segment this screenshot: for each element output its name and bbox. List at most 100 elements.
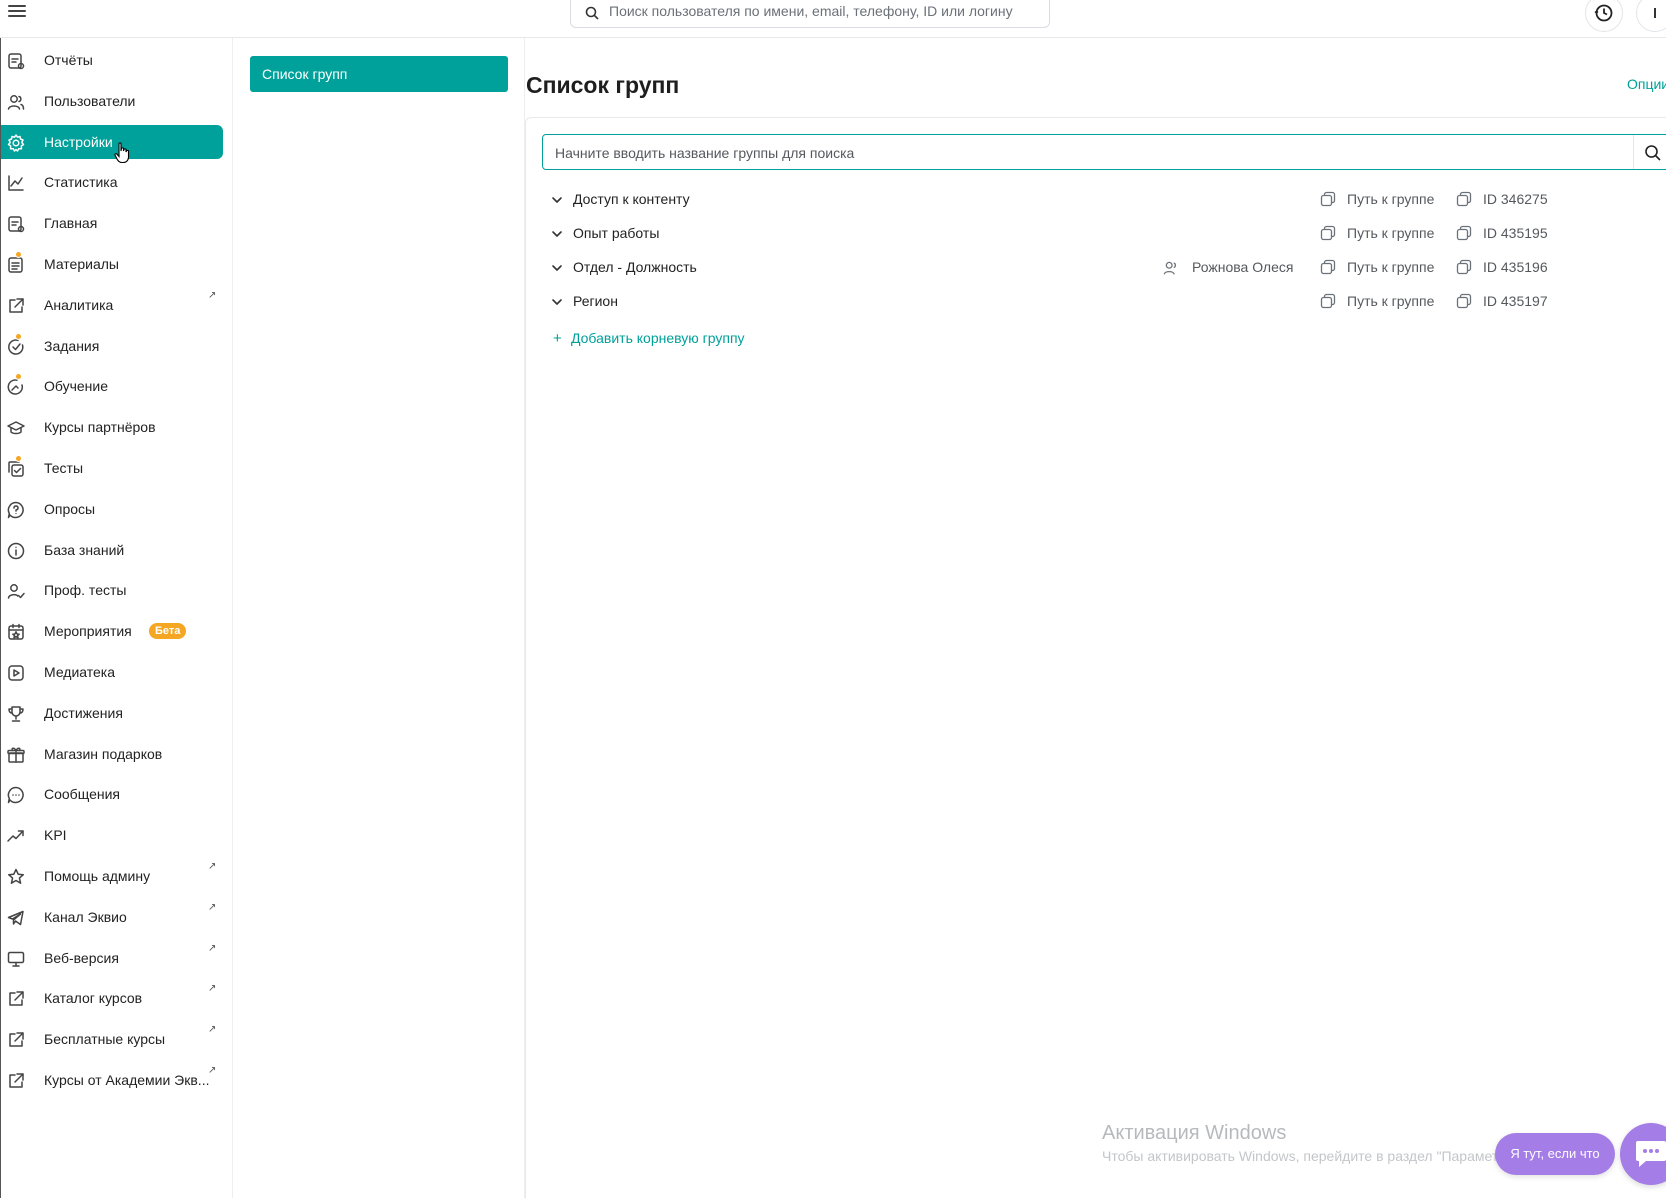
- sidebar-item-label: Тесты: [44, 460, 84, 476]
- copy-path-button[interactable]: Путь к группе: [1320, 259, 1434, 275]
- sidebar-item-16[interactable]: Медиатека: [1, 655, 223, 689]
- sidebar-item-label: Опросы: [44, 500, 96, 517]
- chevron-down-icon[interactable]: [550, 227, 564, 241]
- user-search-box[interactable]: [570, 0, 1050, 28]
- sidebar-item-8[interactable]: Задания: [1, 329, 223, 363]
- sidebar-item-17[interactable]: Достижения: [1, 696, 223, 730]
- group-name[interactable]: Доступ к контенту: [573, 191, 690, 207]
- sidebar-item-label: Обучение: [44, 378, 109, 395]
- user-search-input[interactable]: [609, 0, 1039, 22]
- windows-activation-subtitle: Чтобы активировать Windows, перейдите в …: [1102, 1148, 1502, 1164]
- learning-icon: [6, 377, 26, 397]
- profile-avatar-icon: [1654, 8, 1656, 18]
- sidebar-item-22[interactable]: Канал Эквио ↗: [1, 900, 223, 934]
- profile-button[interactable]: [1636, 0, 1666, 32]
- copy-id-button[interactable]: ID 435197: [1456, 293, 1548, 309]
- group-name[interactable]: Опыт работы: [573, 225, 659, 241]
- subnav-item-group-list[interactable]: Список групп: [250, 56, 508, 92]
- sidebar-item-19[interactable]: Сообщения: [1, 777, 223, 811]
- copy-icon: [1456, 225, 1472, 241]
- chart-line-icon-svg: [8, 175, 24, 192]
- gear-icon: [6, 133, 26, 153]
- copy-path-button[interactable]: Путь к группе: [1320, 293, 1435, 309]
- sidebar-item-5[interactable]: Главная: [1, 206, 223, 240]
- chevron-down-icon[interactable]: [550, 295, 564, 309]
- sidebar-item-23[interactable]: Веб-версия ↗: [1, 941, 223, 975]
- chat-bubble-icon: [1636, 1141, 1666, 1167]
- external-link-icon-svg: [9, 298, 24, 313]
- history-button[interactable]: [1585, 0, 1623, 32]
- sidebar-item-21[interactable]: Помощь админу ↗: [1, 859, 223, 893]
- notification-dot: [15, 332, 22, 340]
- sidebar-item-label: Достижения: [44, 704, 123, 721]
- sidebar-item-2[interactable]: Пользователи: [1, 84, 223, 118]
- chart-line-icon: [6, 173, 26, 193]
- chevron-down-icon[interactable]: [550, 193, 564, 207]
- sidebar-item-label: Сообщения: [44, 786, 120, 803]
- history-icon: [1594, 4, 1613, 22]
- options-link[interactable]: Опции: [1627, 76, 1666, 92]
- question-bubble-icon: [6, 500, 26, 520]
- group-row[interactable]: Отдел - Должность Рожнова Олеся Путь к гру…: [550, 253, 1666, 283]
- search-icon[interactable]: [1644, 144, 1662, 162]
- home-feed-icon: [6, 214, 26, 234]
- external-arrow-icon: ↗: [208, 861, 217, 872]
- external-arrow-icon: ↗: [208, 289, 217, 301]
- copy-id-button[interactable]: ID 346275: [1456, 191, 1548, 207]
- notification-dot: [15, 251, 22, 258]
- question-bubble-icon-svg: [7, 501, 24, 519]
- learning-icon-svg: [7, 379, 24, 396]
- sidebar-item-1[interactable]: Отчёты: [1, 43, 223, 77]
- sidebar-item-14[interactable]: Проф. тесты: [1, 573, 223, 607]
- user-check-icon-svg: [7, 584, 25, 600]
- sidebar-item-9[interactable]: Обучение: [1, 369, 223, 403]
- sidebar-item-25[interactable]: Бесплатные курсы ↗: [1, 1022, 223, 1056]
- add-root-group-button[interactable]: + Добавить корневую группу: [553, 330, 745, 347]
- sidebar-item-4[interactable]: Статистика: [1, 165, 223, 199]
- top-bar: [0, 0, 1666, 38]
- group-search-input[interactable]: [555, 143, 1635, 163]
- external-arrow-icon: ↗: [208, 1024, 217, 1036]
- sidebar-item-7[interactable]: Аналитика ↗: [1, 288, 223, 322]
- sidebar-item-24[interactable]: Каталог курсов ↗: [1, 981, 223, 1015]
- sidebar-item-20[interactable]: KPI: [1, 818, 223, 852]
- user-check-icon: [6, 581, 26, 601]
- group-row[interactable]: Доступ к контенту Путь к группе ID 346275: [550, 185, 1666, 215]
- sidebar-item-13[interactable]: База знаний: [1, 533, 223, 567]
- group-row[interactable]: Опыт работы Путь к группе ID 435195: [550, 219, 1666, 249]
- group-name[interactable]: Отдел - Должность: [573, 259, 697, 275]
- chevron-down-icon[interactable]: [550, 261, 564, 275]
- tests-icon: [6, 459, 26, 479]
- user-icon: [1163, 261, 1177, 275]
- trophy-icon: [6, 704, 26, 724]
- sidebar-item-11[interactable]: Тесты: [1, 451, 223, 485]
- graduation-cap-icon: [6, 418, 26, 438]
- trend-up-icon-svg: [7, 830, 24, 842]
- sidebar-item-26[interactable]: Курсы от Академии Экв... ↗: [1, 1063, 223, 1097]
- sidebar-item-18[interactable]: Магазин подарков: [1, 737, 223, 771]
- windows-activation-title: Активация Windows: [1102, 1122, 1287, 1144]
- sidebar-item-label: Канал Эквио: [44, 908, 127, 925]
- copy-path-button[interactable]: Путь к группе: [1320, 225, 1434, 241]
- sidebar-item-10[interactable]: Курсы партнёров: [1, 410, 223, 444]
- sidebar-item-3[interactable]: Настройки: [1, 124, 223, 159]
- copy-path-label: Путь к группе: [1347, 293, 1435, 309]
- copy-id-button[interactable]: ID 435196: [1456, 259, 1548, 275]
- copy-id-button[interactable]: ID 435195: [1456, 225, 1548, 241]
- sidebar-item-15[interactable]: Мероприятия Бета: [1, 614, 223, 648]
- sidebar-item-6[interactable]: Материалы: [1, 247, 223, 281]
- group-row[interactable]: Регион Путь к группе ID 435197: [550, 287, 1666, 317]
- hamburger-menu-icon[interactable]: [6, 2, 28, 20]
- group-name[interactable]: Регион: [573, 293, 618, 309]
- telegram-icon-svg: [7, 910, 24, 926]
- external-link-icon: [6, 1071, 26, 1091]
- hand-cursor-icon: [114, 142, 130, 164]
- copy-path-button[interactable]: Путь к группе: [1320, 191, 1434, 207]
- group-search-box[interactable]: [542, 134, 1666, 170]
- star-icon-svg: [7, 868, 25, 884]
- help-pill[interactable]: Я тут, если что: [1495, 1133, 1615, 1175]
- users-icon: [6, 92, 26, 112]
- trophy-icon-svg: [8, 706, 24, 722]
- sidebar-item-12[interactable]: Опросы: [1, 492, 223, 526]
- report-icon: [6, 51, 26, 71]
